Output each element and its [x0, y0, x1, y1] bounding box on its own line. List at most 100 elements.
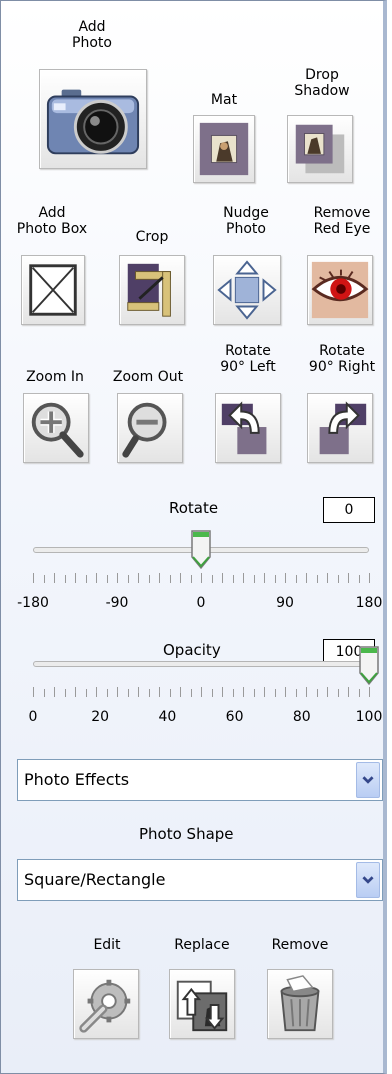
remove-red-eye-tool[interactable]: Remove Red Eye	[295, 205, 389, 327]
slider-tick	[337, 689, 339, 697]
slider-tick	[169, 575, 171, 583]
chevron-down-icon	[362, 776, 374, 784]
slider-tick	[148, 689, 150, 697]
rotate-right-button[interactable]	[307, 393, 373, 463]
chevron-down-icon	[362, 876, 374, 884]
edit-button[interactable]	[73, 969, 139, 1039]
slider-tick	[117, 573, 118, 583]
rotate-right-tool[interactable]: Rotate 90° Right	[295, 343, 389, 463]
zoom-in-button[interactable]	[23, 393, 89, 463]
slider-tick	[295, 575, 297, 583]
slider-tick-label: 60	[225, 709, 244, 725]
slider-tick	[306, 573, 307, 583]
photo-shape-select[interactable]: Square/Rectangle	[17, 859, 383, 901]
replace-tool[interactable]: Replace	[157, 937, 247, 1061]
slider-tick	[211, 575, 213, 583]
slider-tick	[358, 575, 360, 583]
slider-tick	[274, 575, 276, 583]
slider-tick-label: 20	[91, 709, 110, 725]
replace-button[interactable]	[169, 969, 235, 1039]
mat-tool[interactable]: Mat	[187, 89, 261, 185]
slider-tick	[201, 687, 202, 697]
remove-tool[interactable]: Remove	[255, 937, 345, 1061]
slider-tick	[75, 573, 76, 583]
photo-effects-dropdown-button[interactable]	[356, 762, 380, 798]
add-photo-box-button[interactable]	[21, 255, 85, 325]
slider-tick	[337, 575, 339, 583]
camera-icon	[46, 89, 140, 155]
crop-tool[interactable]: Crop	[111, 227, 193, 327]
opacity-slider-track[interactable]	[33, 661, 369, 667]
remove-label: Remove	[271, 937, 329, 953]
photo-shape-value: Square/Rectangle	[24, 870, 166, 889]
slider-tick	[327, 687, 328, 697]
slider-tick	[159, 573, 160, 583]
drop-shadow-tool[interactable]: Drop Shadow	[281, 65, 363, 185]
slider-tick	[43, 575, 45, 583]
slider-tick	[190, 575, 192, 583]
rotate-right-label: Rotate 90° Right	[308, 343, 376, 375]
slider-tick	[232, 689, 234, 697]
photo-shape-dropdown-button[interactable]	[356, 862, 380, 898]
slider-tick	[33, 573, 34, 583]
slider-tick	[348, 573, 349, 583]
rotate-left-label: Rotate 90° Left	[220, 343, 276, 375]
nudge-arrows-icon	[217, 260, 277, 320]
rotate-slider-thumb[interactable]	[189, 529, 213, 571]
slider-tick	[201, 573, 202, 583]
opacity-slider-thumb[interactable]	[357, 645, 381, 687]
zoom-in-tool[interactable]: Zoom In	[15, 367, 95, 463]
slider-tick-label: 180	[355, 595, 383, 611]
slider-tick	[211, 689, 213, 697]
edit-tool[interactable]: Edit	[67, 937, 147, 1061]
slider-tick	[54, 687, 55, 697]
slider-tick	[285, 687, 286, 697]
slider-tick	[253, 575, 255, 583]
slider-tick	[96, 687, 97, 697]
crop-button[interactable]	[119, 255, 185, 325]
slider-tick	[295, 689, 297, 697]
rotate-value-input[interactable]: 0	[323, 497, 375, 523]
slider-tick	[64, 689, 66, 697]
slider-tick	[306, 687, 307, 697]
add-photo-label: Add Photo	[72, 19, 112, 51]
replace-label: Replace	[174, 937, 230, 953]
add-photo-button[interactable]	[39, 69, 147, 169]
photo-tools-panel: Add Photo Mat Drop Shadow Add Photo Box …	[0, 0, 387, 1074]
rotate-left-icon	[221, 401, 267, 455]
slider-tick-label: 0	[28, 709, 38, 725]
slider-tick	[159, 687, 160, 697]
slider-tick	[106, 575, 108, 583]
drop-shadow-button[interactable]	[287, 115, 353, 183]
opacity-label: Opacity	[163, 641, 221, 659]
remove-button[interactable]	[267, 969, 333, 1039]
slider-tick	[33, 687, 34, 697]
edit-label: Edit	[93, 937, 121, 953]
zoom-out-button[interactable]	[117, 393, 183, 463]
slider-tick	[64, 575, 66, 583]
rotate-right-icon	[319, 401, 367, 455]
slider-tick	[43, 689, 45, 697]
zoom-out-tool[interactable]: Zoom Out	[105, 367, 191, 463]
add-photo-tool[interactable]: Add Photo	[31, 19, 153, 169]
rotate-left-tool[interactable]: Rotate 90° Left	[203, 343, 293, 463]
mat-button[interactable]	[193, 115, 255, 183]
slider-tick-label: 90	[276, 595, 294, 611]
slider-tick	[96, 573, 97, 583]
slider-tick	[285, 573, 286, 583]
slider-tick	[117, 687, 118, 697]
slider-tick	[54, 573, 55, 583]
slider-tick	[243, 687, 244, 697]
slider-tick-label: 40	[158, 709, 177, 725]
rotate-left-button[interactable]	[215, 393, 281, 463]
nudge-photo-tool[interactable]: Nudge Photo	[205, 205, 287, 327]
zoom-out-label: Zoom Out	[112, 369, 184, 385]
slider-tick	[327, 573, 328, 583]
add-photo-box-tool[interactable]: Add Photo Box	[11, 205, 93, 327]
slider-tick-label: 100	[355, 709, 383, 725]
remove-red-eye-button[interactable]	[307, 255, 373, 325]
photo-effects-select[interactable]: Photo Effects	[17, 759, 383, 801]
slider-tick	[138, 687, 139, 697]
nudge-photo-button[interactable]	[213, 255, 281, 325]
slider-tick	[369, 573, 370, 583]
